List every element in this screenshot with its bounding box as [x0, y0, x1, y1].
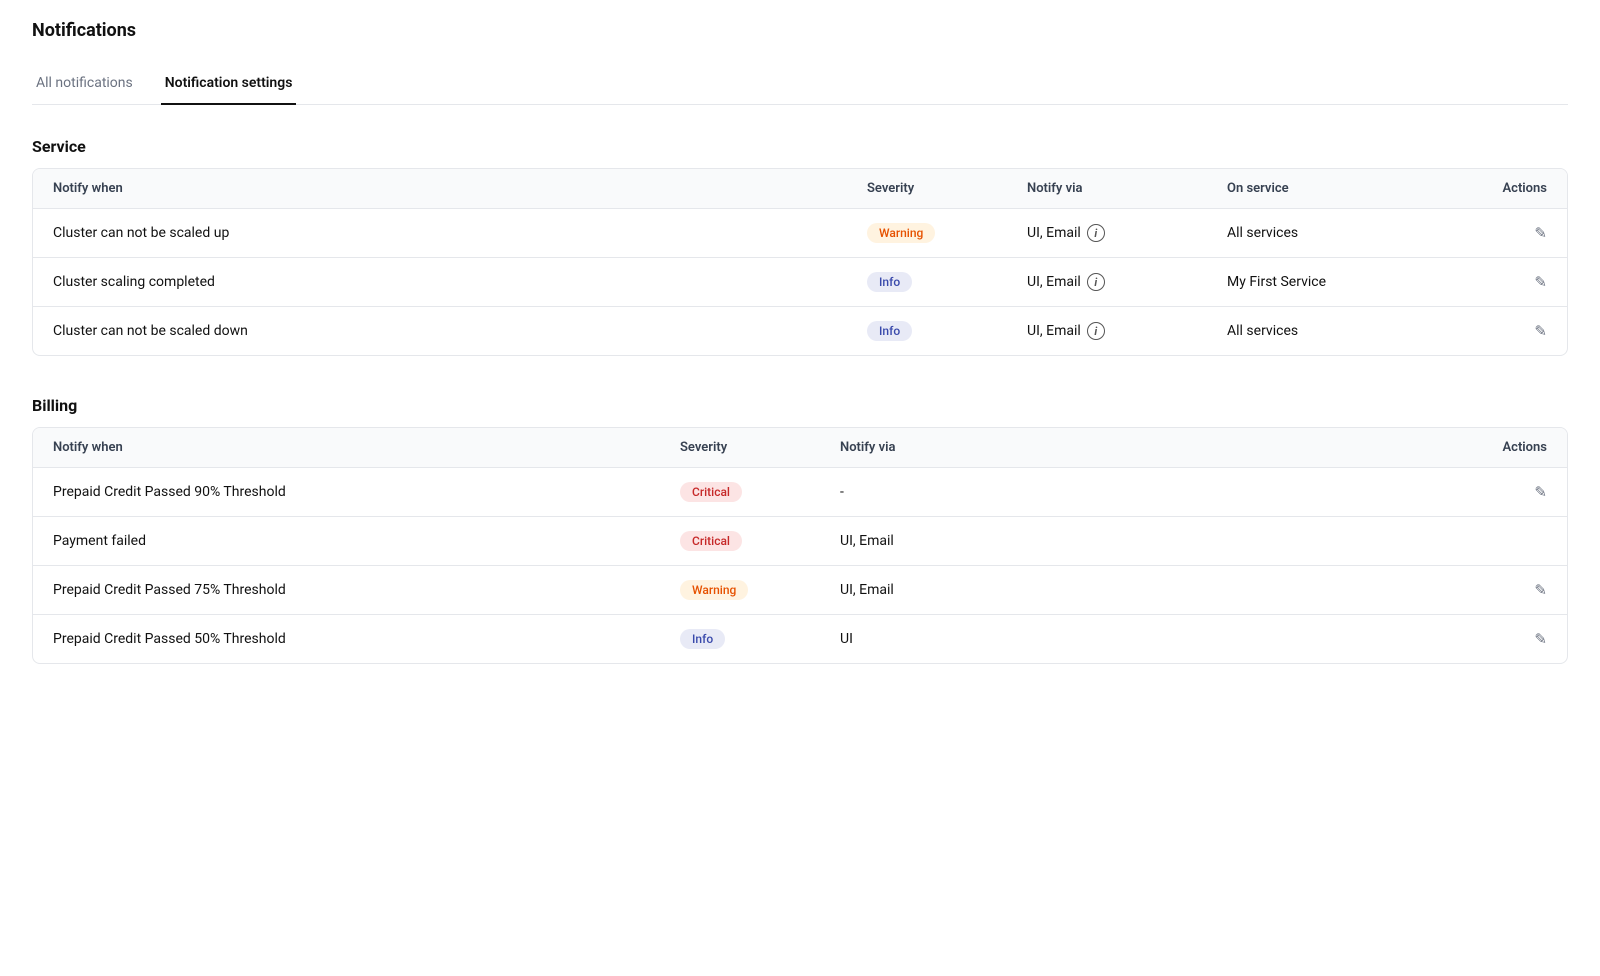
- severity-badge-warning: Warning: [680, 580, 748, 600]
- row-severity: Info: [680, 629, 840, 649]
- billing-header-notify-when: Notify when: [53, 440, 680, 455]
- row-notify-via: UI, Email i: [1027, 273, 1227, 291]
- edit-icon[interactable]: ✎: [1534, 581, 1547, 599]
- row-notify-when: Prepaid Credit Passed 50% Threshold: [53, 631, 680, 647]
- tab-all-notifications[interactable]: All notifications: [32, 65, 137, 105]
- tab-notification-settings[interactable]: Notification settings: [161, 65, 297, 105]
- severity-badge-info: Info: [867, 321, 912, 341]
- edit-icon[interactable]: ✎: [1534, 224, 1547, 242]
- service-section: Service Notify when Severity Notify via …: [32, 137, 1568, 356]
- billing-header-severity: Severity: [680, 440, 840, 455]
- row-notify-via: UI, Email: [840, 582, 1467, 598]
- row-on-service: All services: [1227, 323, 1467, 339]
- row-actions: ✎: [1467, 483, 1547, 501]
- service-header-actions: Actions: [1467, 181, 1547, 196]
- edit-icon[interactable]: ✎: [1534, 630, 1547, 648]
- row-notify-when: Cluster scaling completed: [53, 274, 867, 290]
- row-actions: ✎: [1467, 322, 1547, 340]
- row-notify-via: UI, Email i: [1027, 224, 1227, 242]
- billing-header-notify-via: Notify via: [840, 440, 1467, 455]
- table-row: Prepaid Credit Passed 90% Threshold Crit…: [33, 468, 1567, 517]
- severity-badge-info: Info: [680, 629, 725, 649]
- billing-table: Notify when Severity Notify via Actions …: [32, 427, 1568, 664]
- severity-badge-info: Info: [867, 272, 912, 292]
- billing-header-actions: Actions: [1467, 440, 1547, 455]
- row-actions: ✎: [1467, 630, 1547, 648]
- billing-section-title: Billing: [32, 396, 1568, 415]
- billing-table-header: Notify when Severity Notify via Actions: [33, 428, 1567, 468]
- service-header-notify-via: Notify via: [1027, 181, 1227, 196]
- row-actions: ✎: [1467, 273, 1547, 291]
- severity-badge-warning: Warning: [867, 223, 935, 243]
- service-header-severity: Severity: [867, 181, 1027, 196]
- edit-icon[interactable]: ✎: [1534, 483, 1547, 501]
- row-on-service: My First Service: [1227, 274, 1467, 290]
- row-severity: Critical: [680, 482, 840, 502]
- severity-badge-critical: Critical: [680, 482, 742, 502]
- table-row: Cluster can not be scaled up Warning UI,…: [33, 209, 1567, 258]
- row-notify-when: Prepaid Credit Passed 90% Threshold: [53, 484, 680, 500]
- info-icon[interactable]: i: [1087, 273, 1105, 291]
- service-table-header: Notify when Severity Notify via On servi…: [33, 169, 1567, 209]
- row-actions: ✎: [1467, 224, 1547, 242]
- service-table: Notify when Severity Notify via On servi…: [32, 168, 1568, 356]
- table-row: Cluster can not be scaled down Info UI, …: [33, 307, 1567, 355]
- row-notify-when: Cluster can not be scaled up: [53, 225, 867, 241]
- row-notify-via: UI, Email i: [1027, 322, 1227, 340]
- row-notify-when: Prepaid Credit Passed 75% Threshold: [53, 582, 680, 598]
- row-notify-via: UI, Email: [840, 533, 1467, 549]
- tabs-nav: All notifications Notification settings: [32, 65, 1568, 105]
- row-notify-when: Payment failed: [53, 533, 680, 549]
- row-notify-via: -: [840, 484, 1467, 500]
- row-severity: Warning: [867, 223, 1027, 243]
- row-severity: Critical: [680, 531, 840, 551]
- row-severity: Warning: [680, 580, 840, 600]
- info-icon[interactable]: i: [1087, 224, 1105, 242]
- row-notify-via: UI: [840, 631, 1467, 647]
- service-section-title: Service: [32, 137, 1568, 156]
- service-header-on-service: On service: [1227, 181, 1467, 196]
- page-title: Notifications: [32, 20, 1568, 41]
- row-on-service: All services: [1227, 225, 1467, 241]
- info-icon[interactable]: i: [1087, 322, 1105, 340]
- table-row: Cluster scaling completed Info UI, Email…: [33, 258, 1567, 307]
- row-severity: Info: [867, 272, 1027, 292]
- page-container: Notifications All notifications Notifica…: [0, 0, 1600, 724]
- table-row: Prepaid Credit Passed 75% Threshold Warn…: [33, 566, 1567, 615]
- severity-badge-critical: Critical: [680, 531, 742, 551]
- billing-section: Billing Notify when Severity Notify via …: [32, 396, 1568, 664]
- row-severity: Info: [867, 321, 1027, 341]
- service-header-notify-when: Notify when: [53, 181, 867, 196]
- table-row: Payment failed Critical UI, Email: [33, 517, 1567, 566]
- row-notify-when: Cluster can not be scaled down: [53, 323, 867, 339]
- table-row: Prepaid Credit Passed 50% Threshold Info…: [33, 615, 1567, 663]
- edit-icon[interactable]: ✎: [1534, 273, 1547, 291]
- edit-icon[interactable]: ✎: [1534, 322, 1547, 340]
- row-actions: ✎: [1467, 581, 1547, 599]
